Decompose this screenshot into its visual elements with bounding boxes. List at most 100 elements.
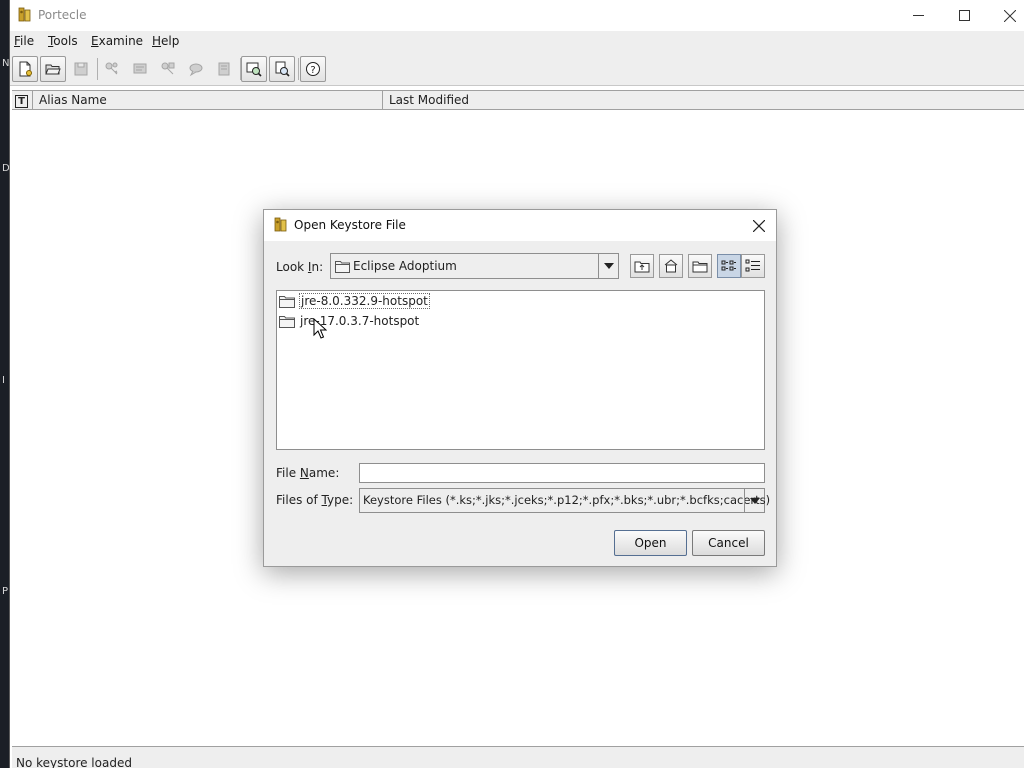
label-part: ame:: [308, 466, 340, 480]
portecle-app-icon: [18, 7, 31, 22]
folder-icon: [279, 316, 295, 328]
list-view-button[interactable]: [717, 254, 741, 278]
help-icon: ?: [306, 62, 320, 76]
menu-label: elp: [161, 34, 180, 48]
edge-glyph: I: [2, 375, 5, 386]
menu-label: ools: [53, 34, 78, 48]
keystore-report-button[interactable]: [211, 56, 237, 82]
list-item[interactable]: jre-17.0.3.7-hotspot: [279, 312, 420, 330]
background-window-edge: N D I P: [0, 0, 10, 768]
file-name-label: File Name:: [276, 466, 339, 480]
type-column-icon: T: [15, 95, 28, 108]
label-part: n:: [311, 260, 324, 274]
home-icon: [664, 259, 678, 273]
svg-text:?: ?: [310, 65, 315, 76]
dialog-close-button[interactable]: [748, 215, 770, 237]
import-trusted-cert-button[interactable]: [127, 56, 153, 82]
minimize-button[interactable]: [895, 0, 941, 31]
toolbar-separator: [298, 58, 299, 80]
menu-label: ile: [20, 34, 35, 48]
close-button[interactable]: [987, 0, 1024, 31]
status-text: No keystore loaded: [16, 756, 132, 768]
help-button[interactable]: ?: [300, 56, 326, 82]
status-bar: No keystore loaded: [12, 746, 1024, 768]
last-modified-column-header[interactable]: Last Modified: [383, 91, 1024, 110]
look-in-value: Eclipse Adoptium: [353, 259, 457, 273]
generate-keypair-icon: [105, 62, 118, 75]
examine-crl-icon: [275, 61, 290, 77]
dialog-title: Open Keystore File: [294, 218, 406, 232]
label-part: File: [276, 466, 300, 480]
menu-tools[interactable]: Tools: [48, 34, 78, 48]
list-view-icon: [721, 260, 736, 271]
folder-icon: [279, 296, 295, 308]
details-view-icon: [745, 259, 760, 272]
menu-help[interactable]: Help: [152, 34, 179, 48]
files-of-type-label: Files of Type:: [276, 493, 353, 507]
import-keypair-icon: [161, 62, 175, 75]
alias-name-column-header[interactable]: Alias Name: [33, 91, 383, 110]
new-keystore-icon: [19, 61, 32, 77]
mnemonic: H: [152, 34, 162, 48]
open-keystore-button[interactable]: [40, 56, 66, 82]
details-view-button[interactable]: [741, 254, 765, 278]
open-keystore-dialog: Open Keystore File Look In: Eclipse Adop…: [263, 209, 777, 567]
portecle-app-icon: [274, 217, 287, 232]
save-keystore-icon: [74, 62, 88, 76]
save-keystore-button[interactable]: [68, 56, 94, 82]
generate-keypair-button[interactable]: [99, 56, 125, 82]
examine-crl-button[interactable]: [269, 56, 295, 82]
files-of-type-dropdown-arrow[interactable]: [744, 489, 764, 512]
new-keystore-button[interactable]: [12, 56, 38, 82]
window-title: Portecle: [38, 8, 87, 22]
new-folder-button[interactable]: [688, 254, 712, 278]
mouse-cursor-icon: [313, 318, 327, 339]
set-keystore-password-icon: [189, 63, 203, 77]
look-in-dropdown-arrow[interactable]: [598, 254, 618, 278]
open-button[interactable]: Open: [614, 530, 687, 556]
file-name-input[interactable]: [359, 463, 765, 483]
mnemonic: E: [91, 34, 99, 48]
keystore-table-header: T Alias Name Last Modified: [12, 90, 1024, 110]
look-in-combobox[interactable]: Eclipse Adoptium: [330, 253, 619, 279]
keystore-report-icon: [218, 62, 230, 76]
menu-examine[interactable]: Examine: [91, 34, 143, 48]
label-part: ype:: [327, 493, 354, 507]
examine-certificate-button[interactable]: [241, 56, 267, 82]
edge-glyph: P: [2, 586, 9, 597]
up-one-level-icon: [634, 261, 650, 273]
close-icon: [1004, 9, 1016, 22]
look-in-label: Look In:: [276, 260, 323, 274]
chevron-down-icon: [749, 497, 760, 504]
maximize-icon: [958, 10, 970, 21]
toolbar: ?: [10, 53, 1024, 86]
maximize-button[interactable]: [941, 0, 987, 31]
chevron-down-icon: [603, 263, 614, 269]
menu-bar: File Tools Examine Help: [10, 31, 1024, 53]
type-column-header[interactable]: T: [12, 91, 33, 110]
examine-certificate-icon: [246, 62, 262, 77]
toolbar-separator: [97, 58, 98, 80]
cancel-button[interactable]: Cancel: [692, 530, 765, 556]
folder-icon: [335, 261, 350, 273]
mnemonic: N: [299, 466, 309, 480]
files-of-type-combobox[interactable]: Keystore Files (*.ks;*.jks;*.jceks;*.p12…: [359, 488, 770, 513]
file-name: jre-8.0.332.9-hotspot: [299, 293, 430, 309]
set-keystore-password-button[interactable]: [183, 56, 209, 82]
minimize-icon: [912, 15, 924, 16]
import-keypair-button[interactable]: [155, 56, 181, 82]
label-part: Files of: [276, 493, 322, 507]
new-folder-icon: [692, 261, 708, 273]
file-list[interactable]: jre-8.0.332.9-hotspot jre-17.0.3.7-hotsp…: [276, 290, 765, 450]
menu-label: xamine: [98, 34, 144, 48]
close-icon: [753, 220, 765, 232]
files-of-type-value: Keystore Files (*.ks;*.jks;*.jceks;*.p12…: [363, 493, 771, 507]
up-one-level-button[interactable]: [630, 254, 654, 278]
main-titlebar: Portecle: [10, 0, 1024, 31]
list-item[interactable]: jre-8.0.332.9-hotspot: [279, 292, 430, 310]
menu-file[interactable]: File: [14, 34, 34, 48]
dialog-titlebar: Open Keystore File: [264, 210, 776, 241]
import-trusted-cert-icon: [133, 63, 147, 74]
home-button[interactable]: [659, 254, 683, 278]
label-part: Look: [276, 260, 308, 274]
